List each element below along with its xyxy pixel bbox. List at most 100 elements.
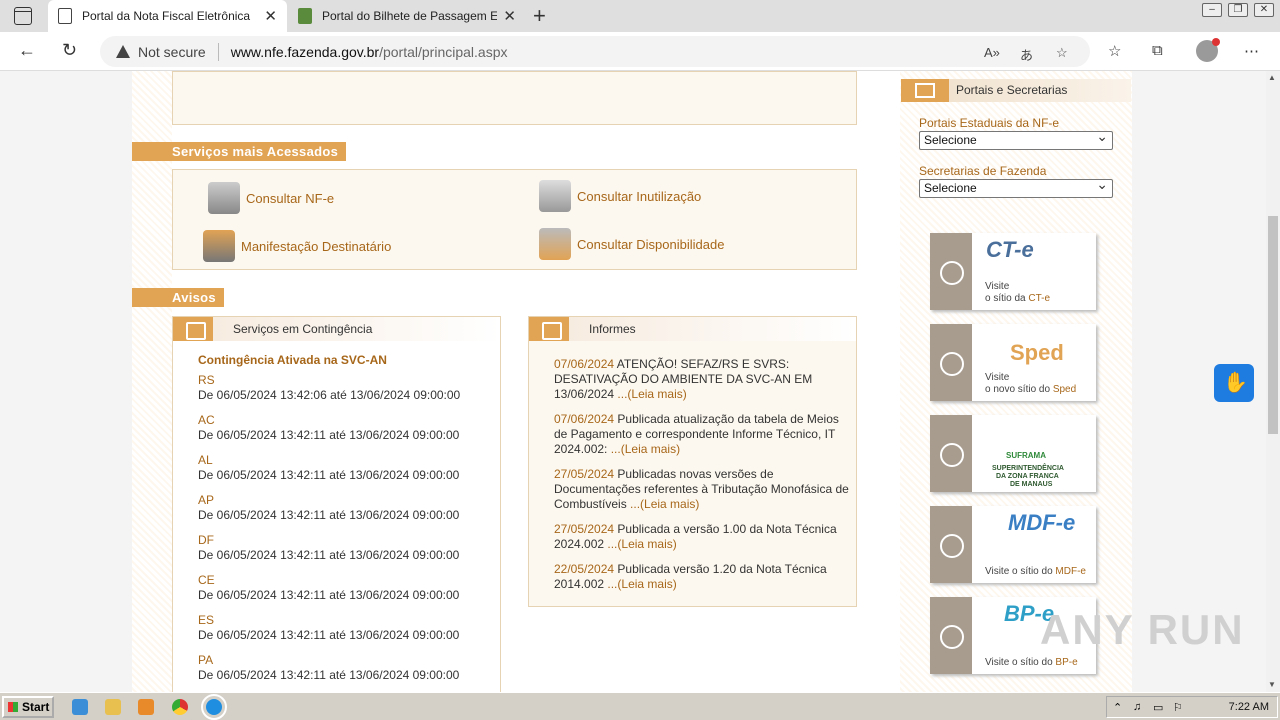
document-search-icon [208, 182, 240, 214]
network-icon[interactable]: ▭ [1153, 701, 1163, 714]
taskbar: Start ⌃ ♫ ▭ ⚐ 7:22 AM [0, 692, 1280, 720]
site-favicon-icon [298, 8, 312, 24]
decorative-stripe [132, 71, 172, 692]
refresh-icon[interactable]: ↻ [62, 40, 77, 61]
close-window-icon[interactable]: ✕ [1254, 3, 1274, 17]
add-favorite-icon[interactable]: ☆ [1056, 45, 1068, 61]
contingencia-box: Serviços em Contingência Contingência At… [172, 316, 501, 692]
tab-bar: Portal da Nota Fiscal Eletrônica ✕ Porta… [0, 0, 1280, 32]
leia-mais-link[interactable]: ...(Leia mais) [630, 497, 699, 511]
scrollbar-thumb[interactable] [1268, 216, 1278, 434]
favorites-icon[interactable]: ☆ [1108, 42, 1121, 60]
back-icon[interactable]: ← [18, 40, 36, 61]
contingencia-subtitle: Contingência Ativada na SVC-AN [198, 353, 387, 367]
folder-icon[interactable] [105, 699, 121, 715]
globe-icon [930, 233, 972, 310]
banner-suframa[interactable]: SUFRAMA SUPERINTENDÊNCIA DA ZONA FRANCA … [930, 415, 1096, 492]
url-field[interactable]: Not secure www.nfe.fazenda.gov.br /porta… [100, 36, 1090, 67]
scroll-down-icon[interactable]: ▼ [1268, 680, 1276, 689]
banner-cte[interactable]: CT-e Visite o sítio da CT-e [930, 233, 1096, 310]
contingencia-header: Serviços em Contingência [173, 317, 500, 341]
system-tray: ⌃ ♫ ▭ ⚐ 7:22 AM [1106, 696, 1278, 718]
state-code: RS [198, 373, 215, 387]
informe-item: 27/05/2024 Publicada a versão 1.00 da No… [554, 522, 849, 552]
page-container: Serviços mais Acessados Consultar NF-e C… [132, 71, 1132, 692]
period: De 06/05/2024 13:42:11 até 13/06/2024 09… [198, 428, 460, 442]
caption-text: Visite o sítio do [985, 566, 1056, 577]
informes-header: Informes [529, 317, 856, 341]
suframa-line2: DA ZONA FRANCA [996, 473, 1059, 480]
scroll-up-icon[interactable]: ▲ [1268, 73, 1276, 82]
banner-sped[interactable]: Sped Visite o novo sítio do Sped [930, 324, 1096, 401]
period: De 06/05/2024 13:42:11 até 13/06/2024 09… [198, 508, 460, 522]
tab-actions-icon[interactable] [14, 7, 32, 25]
window-icon [915, 83, 935, 98]
banner-caption-line2: o sítio da CT-e [985, 293, 1050, 304]
contingencia-item: CE De 06/05/2024 13:42:11 até 13/06/2024 … [198, 573, 459, 603]
read-aloud-icon[interactable]: A» [984, 45, 1000, 60]
state-code: CE [198, 573, 215, 587]
informe-date: 07/06/2024 [554, 357, 615, 371]
speaker-icon[interactable]: ♫ [1133, 701, 1141, 713]
new-tab-button[interactable]: + [533, 3, 546, 29]
service-manifestacao[interactable]: Manifestação Destinatário [203, 230, 391, 262]
start-button[interactable]: Start [2, 696, 54, 718]
thumbs-up-icon [539, 228, 571, 260]
state-code: PA [198, 653, 214, 667]
globe-icon [930, 506, 972, 583]
close-tab-icon[interactable]: ✕ [264, 7, 277, 25]
select-portais-estaduais[interactable]: Selecione [919, 128, 1113, 150]
chrome-icon[interactable] [172, 699, 188, 715]
informe-item: 27/05/2024 Publicadas novas versões de D… [554, 467, 849, 512]
banner-mdfe[interactable]: MDF-e Visite o sítio do MDF-e [930, 506, 1096, 583]
translate-icon[interactable]: あ [1020, 45, 1033, 64]
sign-language-icon[interactable] [1214, 364, 1254, 402]
contingencia-item: PA De 06/05/2024 13:42:11 até 13/06/2024 … [198, 653, 459, 683]
leia-mais-link[interactable]: ...(Leia mais) [607, 577, 676, 591]
banner-caption-line2: Visite o sítio do MDF-e [985, 566, 1086, 577]
portais-header: Portais e Secretarias [901, 79, 1131, 102]
collections-icon[interactable]: ⧉ [1152, 42, 1163, 59]
banner-caption: Visite [985, 281, 1010, 292]
service-consultar-nfe[interactable]: Consultar NF-e [208, 182, 334, 214]
informe-date: 07/06/2024 [554, 412, 615, 426]
services-header: Serviços mais Acessados [132, 142, 347, 161]
close-tab-icon[interactable]: ✕ [503, 7, 516, 25]
caption-text: o sítio da [985, 293, 1029, 304]
minimize-icon[interactable]: – [1202, 3, 1222, 17]
edge-icon[interactable] [201, 694, 227, 720]
flag-icon[interactable]: ⚐ [1173, 701, 1183, 714]
restore-icon[interactable]: ❐ [1228, 3, 1248, 17]
media-player-icon[interactable] [138, 699, 154, 715]
profile-avatar[interactable] [1196, 38, 1220, 62]
period: De 06/05/2024 13:42:11 até 13/06/2024 09… [198, 468, 460, 482]
news-icon [529, 317, 569, 341]
tab-nfe[interactable]: Portal da Nota Fiscal Eletrônica ✕ [48, 0, 287, 32]
service-label: Consultar Disponibilidade [577, 236, 725, 252]
select-secretarias[interactable]: Selecione [919, 176, 1113, 198]
globe-icon [930, 324, 972, 401]
caption-text: Visite o sítio do [985, 657, 1056, 668]
services-panel: Consultar NF-e Consultar Inutilização Ma… [172, 169, 857, 270]
tab-bpe[interactable]: Portal do Bilhete de Passagem Ele ✕ [288, 0, 526, 32]
mdfe-logo: MDF-e [1008, 510, 1076, 535]
period: De 06/05/2024 13:42:11 até 13/06/2024 09… [198, 628, 460, 642]
more-menu-icon[interactable]: ⋯ [1244, 42, 1259, 60]
leia-mais-link[interactable]: ...(Leia mais) [617, 387, 686, 401]
ie-icon[interactable] [72, 699, 88, 715]
service-consultar-disponibilidade[interactable]: Consultar Disponibilidade [539, 228, 724, 260]
state-code: AP [198, 493, 215, 507]
clock[interactable]: 7:22 AM [1229, 701, 1269, 713]
contingencia-item: DF De 06/05/2024 13:42:11 até 13/06/2024 … [198, 533, 459, 563]
service-consultar-inutilizacao[interactable]: Consultar Inutilização [539, 180, 701, 212]
tray-arrow-icon[interactable]: ⌃ [1113, 701, 1122, 714]
leia-mais-link[interactable]: ...(Leia mais) [611, 442, 680, 456]
security-label[interactable]: Not secure [138, 44, 206, 60]
contingencia-title: Serviços em Contingência [233, 322, 373, 336]
informes-title: Informes [589, 322, 636, 336]
service-label: Manifestação Destinatário [241, 238, 392, 254]
contingencia-item: AP De 06/05/2024 13:42:11 até 13/06/2024 … [198, 493, 459, 523]
state-code: DF [198, 533, 214, 547]
informe-item: 22/05/2024 Publicada versão 1.20 da Nota… [554, 562, 849, 592]
leia-mais-link[interactable]: ...(Leia mais) [607, 537, 676, 551]
